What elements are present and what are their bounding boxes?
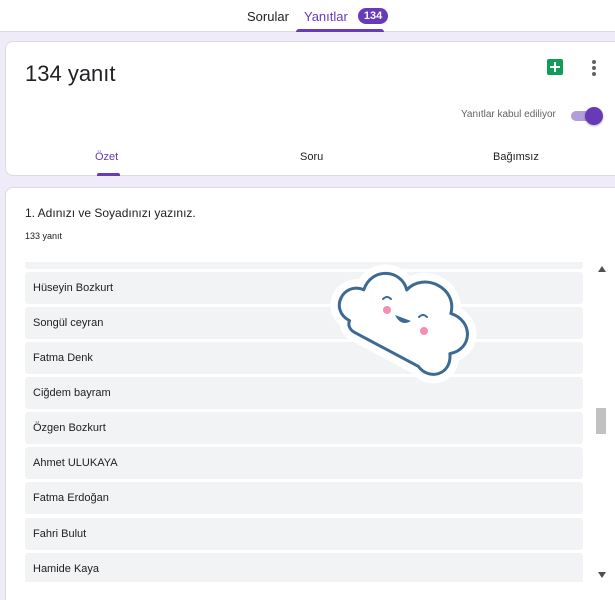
list-item [25,262,583,269]
list-item: Ahmet ULUKAYA [25,447,583,479]
list-item: Hamide Kaya [25,553,583,582]
accepting-responses-label: Yanıtlar kabul ediliyor [461,109,556,120]
google-sheets-icon[interactable] [547,59,563,75]
accepting-responses-toggle[interactable] [571,107,603,125]
answer-list-scrollbar[interactable] [596,262,610,582]
list-item: Fatma Denk [25,342,583,374]
toggle-knob [585,107,603,125]
list-item: Hüseyin Bozkurt [25,272,583,304]
scroll-down-arrow-icon[interactable] [598,572,606,578]
list-item: Fatma Erdoğan [25,482,583,514]
scroll-up-arrow-icon[interactable] [598,266,606,272]
cloud-sticker-icon [330,264,477,384]
tab-question[interactable]: Soru [300,151,323,163]
tab-questions-label: Sorular [247,8,289,24]
tab-responses-label: Yanıtlar [304,8,348,24]
more-vert-icon[interactable] [586,58,602,78]
tab-active-underline [296,29,384,32]
tab-questions[interactable]: Sorular [247,0,289,32]
question-card: 1. Adınızı ve Soyadınızı yazınız. 133 ya… [5,187,615,600]
sub-tab-active-underline [97,173,120,176]
list-item: Songül ceyran [25,307,583,339]
tab-summary[interactable]: Özet [95,151,118,163]
tab-individual[interactable]: Bağımsız [493,151,539,163]
responses-count-badge: 134 [357,8,389,24]
responses-summary-card: 134 yanıt Yanıtlar kabul ediliyor Özet S… [5,41,615,176]
question-title: 1. Adınızı ve Soyadınızı yazınız. [25,206,196,220]
response-count-title: 134 yanıt [25,61,116,86]
question-response-count: 133 yanıt [25,231,63,241]
list-item: Özgen Bozkurt [25,412,583,444]
answer-list[interactable]: Hüseyin Bozkurt Songül ceyran Fatma Denk… [25,262,583,582]
list-item: Fahri Bulut [25,518,583,550]
tab-responses[interactable]: Yanıtlar 134 [296,0,389,32]
scroll-thumb[interactable] [596,408,606,434]
top-tabs: Sorular Yanıtlar 134 [0,0,615,32]
list-item: Ciğdem bayram [25,377,583,409]
